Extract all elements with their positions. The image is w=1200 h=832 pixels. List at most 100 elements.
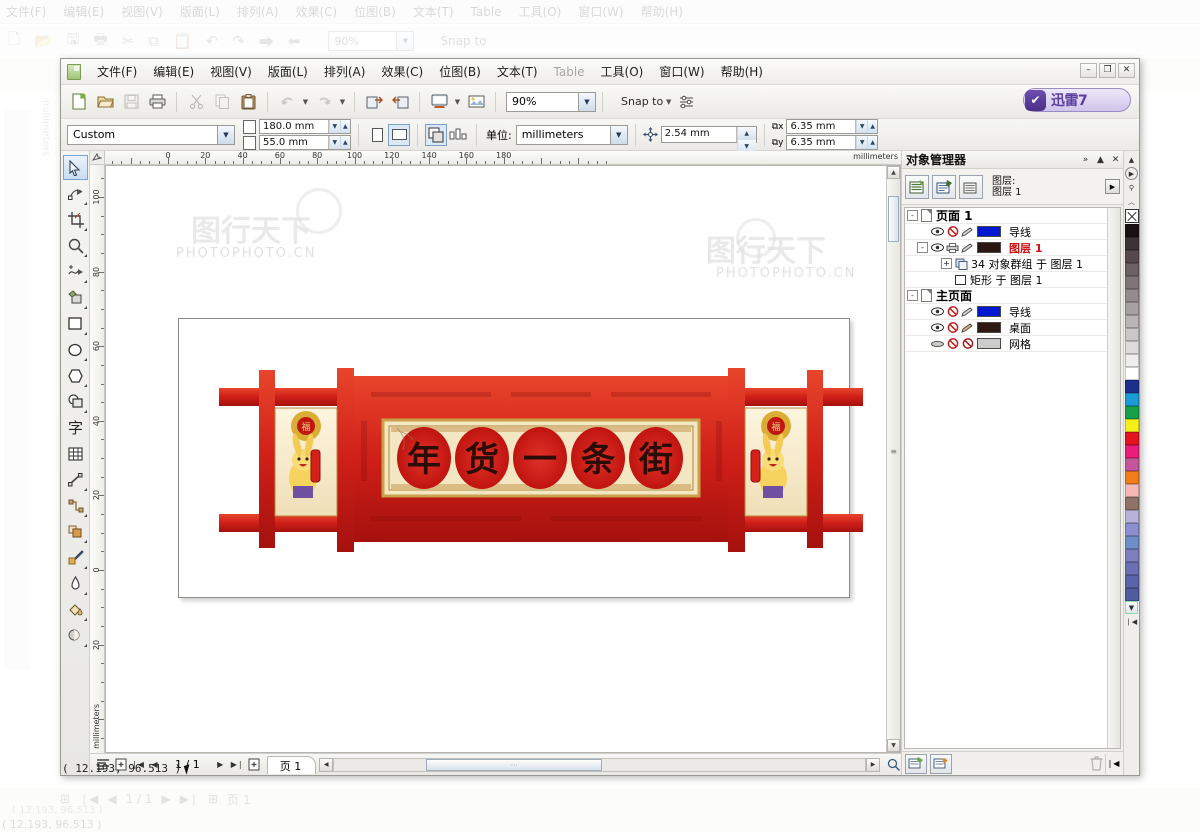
menu-tools[interactable]: 工具(O) — [593, 60, 652, 83]
duplicate-y-spinner[interactable]: ▼ ▲ — [855, 136, 878, 149]
scroll-thumb[interactable] — [888, 196, 899, 242]
tree-row-master-guides[interactable]: 导线 — [905, 304, 1120, 320]
tree-row-rectangle[interactable]: 矩形 于 图层 1 — [905, 272, 1120, 288]
horizontal-scroll-thumb[interactable]: ⋯ — [426, 758, 603, 771]
paste-icon[interactable] — [235, 89, 261, 115]
flyout-arrow-icon[interactable] — [84, 228, 87, 231]
palette-home-icon[interactable]: ❘◀ — [1125, 615, 1138, 628]
menu-edit[interactable]: 编辑(E) — [145, 60, 202, 83]
duplicate-distance-y-field[interactable]: 6.35 mm ▼ ▲ — [786, 135, 879, 150]
flyout-arrow-icon[interactable] — [84, 332, 87, 335]
tree-row-page-1[interactable]: - 页面 1 — [905, 208, 1120, 224]
palette-swatch[interactable] — [1124, 523, 1139, 536]
palette-swatch[interactable] — [1124, 510, 1139, 523]
landscape-orientation-button[interactable] — [388, 123, 410, 146]
shape-tool[interactable] — [63, 181, 88, 206]
object-tree[interactable]: - 页面 1 导线 - 图层 1 + 34 对象群组 于 图层 1 矩形 于 图… — [904, 207, 1121, 749]
no-print-icon[interactable] — [946, 338, 959, 349]
eye-hidden-icon[interactable] — [931, 338, 944, 349]
palette-swatch[interactable] — [1124, 302, 1139, 315]
expander-icon[interactable]: + — [941, 258, 952, 269]
palette-swatch[interactable] — [1124, 393, 1139, 406]
copy-icon[interactable] — [209, 89, 235, 115]
palette-swatch[interactable] — [1124, 406, 1139, 419]
docker-expand-button[interactable]: ▶ — [1105, 179, 1120, 194]
horizontal-ruler[interactable]: millimeters 0 20 40 60 80 100 120 140 160 180 — [105, 151, 901, 165]
palette-swatch[interactable] — [1124, 354, 1139, 367]
palette-swatch[interactable] — [1124, 432, 1139, 445]
application-launcher-icon[interactable] — [426, 89, 452, 115]
undo-dropdown-chevron-icon[interactable]: ▼ — [300, 90, 311, 114]
palette-swatch[interactable] — [1124, 575, 1139, 588]
flyout-arrow-icon[interactable] — [84, 618, 87, 621]
chevron-down-icon[interactable]: ▼ — [609, 125, 627, 144]
layer-color-swatch[interactable] — [977, 306, 1001, 317]
units-combo[interactable]: millimeters ▼ — [515, 124, 628, 145]
next-page-button[interactable]: ▶ — [212, 756, 229, 773]
basic-shapes-tool[interactable] — [63, 389, 88, 414]
menu-window[interactable]: 窗口(W) — [651, 60, 712, 83]
minimize-button[interactable]: – — [1080, 63, 1097, 78]
tree-row-layer-1[interactable]: - 图层 1 — [905, 240, 1120, 256]
flyout-arrow-icon[interactable] — [84, 202, 87, 205]
no-color-swatch[interactable] — [1124, 209, 1139, 223]
menu-text[interactable]: 文本(T) — [489, 60, 546, 83]
tree-row-group[interactable]: + 34 对象群组 于 图层 1 — [905, 256, 1120, 272]
crop-tool[interactable] — [63, 207, 88, 232]
corel-online-icon[interactable] — [463, 89, 489, 115]
docker-collapse-strip-button[interactable]: ❘◀ — [1105, 753, 1120, 774]
layer-color-swatch[interactable] — [977, 338, 1001, 349]
chevron-down-icon[interactable]: ▼ — [217, 125, 234, 144]
menu-table[interactable]: Table — [546, 62, 593, 82]
menu-file[interactable]: 文件(F) — [89, 60, 145, 83]
page-height-spinner[interactable]: ▼ ▲ — [328, 136, 350, 149]
layer-color-swatch[interactable] — [977, 322, 1001, 333]
locked-icon[interactable] — [961, 338, 974, 349]
palette-swatch[interactable] — [1124, 471, 1139, 484]
palette-swatch[interactable] — [1124, 484, 1139, 497]
snap-to-label[interactable]: Snap to — [621, 95, 663, 108]
palette-swatch[interactable] — [1124, 224, 1139, 237]
artwork-object[interactable]: 福 福 年 货 一 条 街 — [211, 366, 871, 558]
import-icon[interactable] — [361, 89, 387, 115]
docker-collapse-button[interactable]: ▲ — [1093, 152, 1108, 167]
eye-visible-icon[interactable] — [931, 226, 944, 237]
flyout-arrow-icon[interactable] — [84, 306, 87, 309]
palette-swatch[interactable] — [1124, 458, 1139, 471]
flyout-arrow-icon[interactable] — [84, 254, 87, 257]
tree-row-desktop[interactable]: 桌面 — [905, 320, 1120, 336]
close-button[interactable]: ✕ — [1118, 63, 1135, 78]
connector-tool[interactable] — [63, 493, 88, 518]
no-print-icon[interactable] — [946, 306, 959, 317]
thunder-download-badge[interactable]: ✔ 迅雷7 — [1023, 88, 1131, 112]
interactive-fill-tool[interactable] — [63, 623, 88, 648]
zoom-status-icon[interactable] — [885, 757, 901, 773]
show-object-properties-button[interactable] — [905, 174, 929, 199]
last-page-button[interactable]: ▶❘ — [229, 756, 246, 773]
menu-layout[interactable]: 版面(L) — [260, 60, 316, 83]
palette-swatch[interactable] — [1124, 341, 1139, 354]
smart-fill-tool[interactable] — [63, 285, 88, 310]
vertical-ruler[interactable]: millimeters 100 80 60 40 20 0 20 — [90, 165, 105, 753]
palette-menu-icon[interactable]: ▶ — [1125, 167, 1138, 180]
palette-swatch[interactable] — [1124, 367, 1139, 380]
rectangle-tool[interactable] — [63, 311, 88, 336]
new-layer-button[interactable] — [930, 753, 952, 774]
dimension-tool[interactable] — [63, 467, 88, 492]
options-icon[interactable] — [674, 89, 700, 115]
trash-icon[interactable] — [1087, 755, 1105, 773]
outline-tool[interactable] — [63, 571, 88, 596]
duplicate-x-spinner[interactable]: ▼ ▲ — [855, 120, 878, 133]
new-document-icon[interactable] — [66, 89, 92, 115]
launcher-dropdown-chevron-icon[interactable]: ▼ — [452, 90, 463, 114]
ellipse-tool[interactable] — [63, 337, 88, 362]
palette-more-up-icon[interactable]: ︿ — [1125, 195, 1138, 208]
flyout-arrow-icon[interactable] — [84, 514, 87, 517]
flyout-arrow-icon[interactable] — [84, 540, 87, 543]
paper-type-combo[interactable]: Custom ▼ — [67, 124, 235, 145]
palette-swatch[interactable] — [1124, 562, 1139, 575]
polygon-tool[interactable] — [63, 363, 88, 388]
palette-swatch[interactable] — [1124, 315, 1139, 328]
menu-help[interactable]: 帮助(H) — [713, 60, 771, 83]
palette-swatch[interactable] — [1124, 419, 1139, 432]
